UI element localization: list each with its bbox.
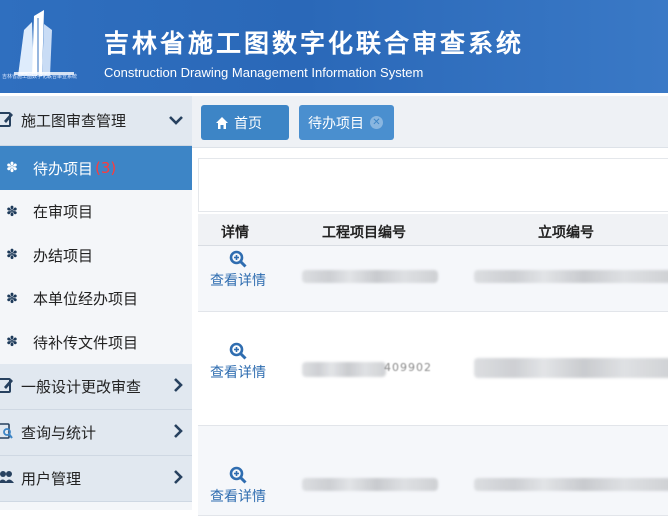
- sidebar: 施工图审查管理 ✽ 待办项目 (3) ✽ 在审项目 ✽ 办结项目 ✽ 本单位经办…: [0, 96, 192, 510]
- sidebar-item-unit-handled[interactable]: ✽ 本单位经办项目: [0, 277, 192, 321]
- view-detail-link[interactable]: 查看详情: [207, 342, 269, 382]
- redacted-project-code: [302, 362, 386, 377]
- chevron-right-icon: [173, 377, 183, 396]
- redacted-project-code: [302, 478, 438, 491]
- nav-group-user-management[interactable]: 用户管理: [0, 456, 192, 502]
- yelp-icon: ✽: [6, 334, 18, 351]
- app-subtitle: Construction Drawing Management Informat…: [104, 65, 424, 80]
- view-detail-label: 查看详情: [210, 365, 266, 381]
- view-detail-link[interactable]: 查看详情: [207, 250, 269, 290]
- table-row: 查看详情 409902: [198, 312, 668, 426]
- project-table: 详情 工程项目编号 立项编号 查看详情 查看详情 409902 查看详情: [198, 214, 668, 516]
- view-detail-link[interactable]: 查看详情: [207, 466, 269, 506]
- column-header-detail: 详情: [221, 225, 249, 241]
- logo-caption: 吉林省施工图数字化联合审查系统: [2, 74, 78, 80]
- tab-pending[interactable]: 待办项目 ✕: [299, 105, 394, 140]
- project-code-text: 409902: [384, 361, 432, 374]
- sidebar-item-label: 待办项目: [33, 159, 94, 178]
- home-icon: [216, 116, 228, 129]
- sidebar-item-pending-upload[interactable]: ✽ 待补传文件项目: [0, 321, 192, 365]
- sidebar-item-in-review[interactable]: ✽ 在审项目: [0, 190, 192, 234]
- sidebar-item-pending[interactable]: ✽ 待办项目 (3): [0, 146, 192, 190]
- tab-home[interactable]: 首页: [201, 105, 289, 140]
- pending-count-badge: (3): [95, 159, 117, 177]
- yelp-icon: ✽: [6, 203, 18, 220]
- chevron-right-icon: [173, 423, 183, 442]
- sidebar-item-completed[interactable]: ✽ 办结项目: [0, 234, 192, 278]
- chevron-right-icon: [173, 469, 183, 488]
- sidebar-item-label: 本单位经办项目: [33, 290, 139, 309]
- tab-label: 待办项目: [308, 115, 364, 132]
- app-title: 吉林省施工图数字化联合审查系统: [104, 29, 525, 58]
- yelp-icon: ✽: [6, 247, 18, 264]
- sidebar-item-label: 待补传文件项目: [33, 333, 139, 352]
- nav-group-label: 一般设计更改审查: [21, 378, 142, 396]
- chevron-down-icon: [169, 113, 183, 129]
- table-header: 详情 工程项目编号 立项编号: [198, 214, 668, 246]
- users-icon: [0, 469, 14, 489]
- nav-group-drawing-review[interactable]: 施工图审查管理: [0, 96, 192, 146]
- sidebar-item-label: 在审项目: [33, 203, 94, 222]
- yelp-icon: ✽: [6, 290, 18, 307]
- main-content: 详情 工程项目编号 立项编号 查看详情 查看详情 409902 查看详情: [192, 148, 668, 516]
- nav-group-label: 查询与统计: [21, 424, 97, 442]
- nav-group-query-stats[interactable]: 查询与统计: [0, 410, 192, 456]
- column-header-approval-code: 立项编号: [538, 225, 594, 241]
- sidebar-item-label: 办结项目: [33, 246, 94, 265]
- redacted-approval-code: [474, 478, 668, 491]
- yelp-icon: ✽: [6, 160, 18, 176]
- table-row: 查看详情: [198, 246, 668, 312]
- magnifier-icon: [229, 466, 247, 484]
- nav-group-label: 用户管理: [21, 470, 82, 488]
- redacted-approval-code: [474, 270, 668, 283]
- column-header-project-code: 工程项目编号: [322, 225, 406, 241]
- tab-bar: 首页 待办项目 ✕: [192, 96, 668, 148]
- search-panel: [198, 158, 668, 212]
- app-header: 吉林省施工图数字化联合审查系统 吉林省施工图数字化联合审查系统 Construc…: [0, 0, 668, 93]
- view-detail-label: 查看详情: [210, 273, 266, 289]
- edit-icon: [0, 377, 14, 397]
- view-detail-label: 查看详情: [210, 489, 266, 505]
- close-icon[interactable]: ✕: [370, 116, 383, 129]
- edit-icon: [0, 111, 14, 131]
- search-icon: [0, 422, 14, 443]
- nav-group-label: 施工图审查管理: [21, 112, 127, 130]
- magnifier-icon: [229, 250, 247, 268]
- redacted-approval-code: [474, 358, 668, 378]
- tab-label: 首页: [234, 115, 262, 132]
- redacted-project-code: [302, 270, 438, 283]
- magnifier-icon: [229, 342, 247, 360]
- nav-group-design-change[interactable]: 一般设计更改审查: [0, 364, 192, 410]
- table-row: 查看详情: [198, 426, 668, 516]
